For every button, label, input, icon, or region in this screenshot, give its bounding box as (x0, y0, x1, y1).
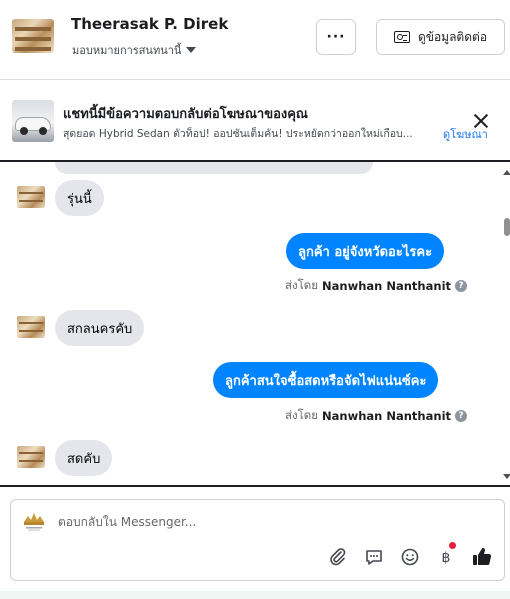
sent-by-label: ส่งโดย Nanwhan Nanthanit ? (285, 407, 468, 425)
assign-conversation-dropdown[interactable]: มอบหมายการสนทนานี้ (72, 41, 197, 59)
caret-down-icon (186, 47, 197, 53)
view-contact-button[interactable]: ดูข้อมูลติดต่อ (376, 19, 505, 55)
attachment-icon[interactable] (327, 546, 349, 568)
message-thread[interactable]: รุ่นนี้ ลูกค้า อยู่จังหวัดอะไรคะ ส่งโดย … (0, 162, 510, 487)
customer-avatar[interactable] (12, 19, 54, 53)
help-icon[interactable]: ? (455, 410, 468, 422)
ad-banner-description: สุดยอด Hybrid Sedan ตัวท็อป! ออปชันเต็มค… (63, 128, 413, 140)
customer-name[interactable]: Theerasak P. Direk (71, 15, 228, 33)
emoji-icon[interactable] (399, 546, 421, 568)
sent-by-prefix: ส่งโดย (285, 278, 319, 292)
help-icon[interactable]: ? (455, 280, 468, 292)
ad-thumbnail (12, 100, 54, 142)
close-icon[interactable] (470, 110, 492, 132)
more-icon: ··· (326, 29, 346, 45)
incoming-message: รุ่นนี้ (55, 180, 104, 216)
scrollbar-thumb[interactable] (504, 218, 510, 236)
sender-name: Nanwhan Nanthanit (322, 279, 452, 293)
scroll-down-arrow-icon[interactable] (503, 474, 510, 479)
more-options-button[interactable]: ··· (316, 19, 356, 55)
outgoing-message: ลูกค้าสนใจซื้อสดหรือจัดไฟแน่นซ์คะ (213, 362, 439, 398)
incoming-message: สดคับ (55, 440, 113, 476)
sent-by-prefix: ส่งโดย (285, 408, 319, 422)
previous-message-partial (55, 162, 373, 174)
bottom-strip (0, 591, 510, 599)
customer-avatar-small (17, 316, 45, 338)
view-contact-label: ดูข้อมูลติดต่อ (417, 29, 488, 44)
saved-reply-icon[interactable] (363, 546, 385, 568)
conversation-header: Theerasak P. Direk มอบหมายการสนทนานี้ ··… (0, 0, 510, 80)
ad-banner-title: แชทนี้มีข้อความตอบกลับต่อโฆษณาของคุณ (63, 107, 308, 122)
sent-by-label: ส่งโดย Nanwhan Nanthanit ? (285, 277, 468, 295)
reply-composer: ฿ (10, 499, 505, 581)
customer-avatar-small (17, 186, 45, 208)
sender-name: Nanwhan Nanthanit (322, 409, 452, 423)
customer-avatar-small (17, 446, 45, 468)
outgoing-message: ลูกค้า อยู่จังหวัดอะไรคะ (286, 233, 445, 269)
contact-card-icon (393, 31, 410, 43)
assign-label: มอบหมายการสนทนานี้ (72, 44, 182, 57)
svg-text:฿: ฿ (442, 550, 451, 566)
reply-input[interactable] (58, 512, 478, 532)
notification-dot (449, 542, 456, 549)
scroll-up-arrow-icon[interactable] (503, 170, 510, 175)
incoming-message: สกลนครคับ (55, 310, 145, 346)
like-icon[interactable] (471, 546, 493, 568)
scrollbar[interactable] (502, 162, 510, 485)
page-logo-icon (24, 513, 44, 531)
payment-icon[interactable]: ฿ (435, 542, 457, 568)
